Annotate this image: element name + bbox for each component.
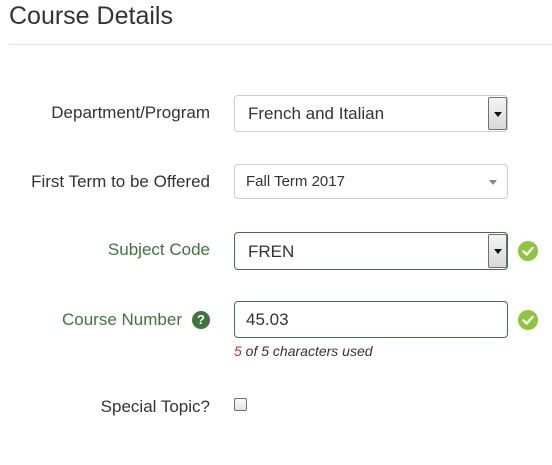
department-value: French and Italian (248, 104, 385, 123)
special-topic-label: Special Topic? (100, 397, 210, 416)
first-term-caret-icon[interactable] (489, 180, 497, 185)
special-topic-checkbox[interactable] (234, 398, 247, 411)
course-number-check-icon (518, 310, 538, 330)
first-term-select[interactable]: Fall Term 2017 (234, 164, 508, 199)
course-number-label: Course Number? (62, 310, 210, 330)
subject-code-value: FREN (248, 242, 295, 261)
subject-code-check-icon (518, 241, 538, 261)
department-select[interactable]: French and Italian (234, 95, 508, 132)
course-number-char-count: 5 of 5 characters used (234, 343, 373, 359)
question-circle-icon[interactable]: ? (192, 311, 210, 329)
course-number-label-text: Course Number (62, 310, 182, 329)
char-count-used: 5 (234, 343, 242, 359)
subject-code-select[interactable]: FREN (234, 232, 508, 270)
first-term-value: Fall Term 2017 (246, 173, 345, 190)
title-divider (9, 44, 552, 45)
page-title: Course Details (9, 2, 173, 30)
char-count-suffix: of 5 characters used (241, 343, 373, 359)
course-details-page: Course Details Department/Program French… (0, 0, 552, 465)
subject-code-label: Subject Code (107, 240, 210, 259)
subject-code-dropdown-arrow-icon[interactable] (488, 234, 507, 268)
course-number-input[interactable] (234, 301, 508, 338)
department-label: Department/Program (51, 103, 210, 122)
department-dropdown-arrow-icon[interactable] (488, 97, 507, 130)
first-term-label: First Term to be Offered (31, 172, 210, 191)
